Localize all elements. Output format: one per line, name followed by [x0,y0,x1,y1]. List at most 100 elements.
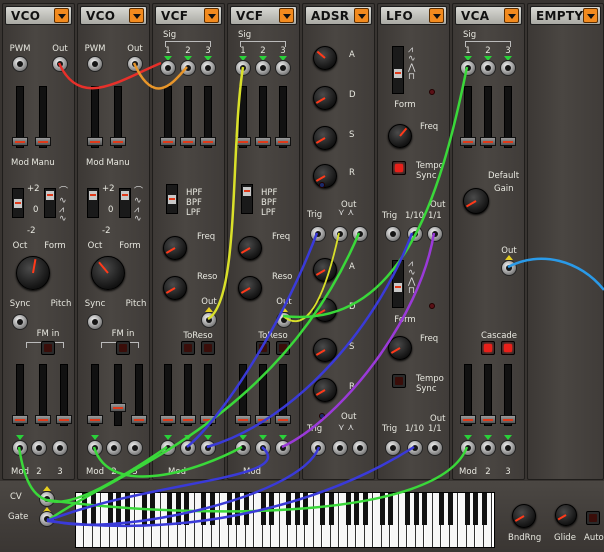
mod-jack-2[interactable] [180,440,196,456]
black-key[interactable] [82,493,87,525]
module-menu-button[interactable] [354,8,369,23]
black-key[interactable] [294,493,300,525]
release-knob[interactable] [313,164,337,188]
sig-jack-2[interactable] [255,60,271,76]
sig-jack-3[interactable] [500,60,516,76]
black-key[interactable] [209,493,215,525]
cascade-button-2[interactable] [501,341,515,355]
tempo-sync-button[interactable] [392,161,406,175]
black-key[interactable] [345,493,351,525]
sig-jack-1[interactable] [235,60,251,76]
mod-jack-3[interactable] [200,440,216,456]
black-key[interactable] [141,493,147,525]
sig-slider-3[interactable] [275,86,291,148]
black-key[interactable] [481,493,487,525]
black-key[interactable] [439,493,444,525]
attack-knob[interactable] [313,46,337,70]
out-jack-1[interactable] [332,226,348,242]
black-key[interactable] [235,493,240,525]
out-jack[interactable] [501,260,517,276]
pitch-knob[interactable] [91,256,125,290]
attack-knob-2[interactable] [313,258,337,282]
mod-jack-1[interactable] [12,440,28,456]
sync-jack[interactable] [12,314,28,330]
mod-jack-3[interactable] [127,440,143,456]
sig-jack-3[interactable] [200,60,216,76]
black-key[interactable] [226,493,232,525]
fm-slider-2[interactable] [35,364,51,426]
filter-mode-switch[interactable] [166,184,178,214]
reso-knob[interactable] [238,276,262,300]
toreso-button-1[interactable] [181,341,195,355]
mod-jack-2[interactable] [106,440,122,456]
out-jack[interactable] [127,56,143,72]
black-key[interactable] [422,493,427,525]
sig-slider-1[interactable] [160,86,176,148]
octave-switch[interactable] [87,188,99,218]
module-menu-button[interactable] [54,8,69,23]
mod-jack-1[interactable] [87,440,103,456]
black-key[interactable] [269,493,274,525]
black-key[interactable] [405,493,410,525]
decay-knob[interactable] [313,86,337,110]
form-switch-2[interactable] [392,260,404,308]
sync-jack[interactable] [87,314,103,330]
fm-slider-2[interactable] [110,364,126,426]
out-jack[interactable] [276,312,292,328]
piano-keyboard[interactable] [75,492,495,548]
black-key[interactable] [201,493,206,525]
sig-jack-1[interactable] [160,60,176,76]
black-key[interactable] [116,493,121,525]
mod-slider-2[interactable] [480,364,496,426]
black-key[interactable] [320,493,325,525]
trig-jack-2[interactable] [385,440,401,456]
fm-button[interactable] [41,341,55,355]
mod-jack-1[interactable] [160,440,176,456]
black-key[interactable] [303,493,308,525]
black-key[interactable] [354,493,359,525]
trig-jack[interactable] [385,226,401,242]
black-key[interactable] [167,493,172,525]
fm-slider-3[interactable] [131,364,147,426]
mod-slider-1[interactable] [235,364,251,426]
black-key[interactable] [150,493,155,525]
out-110-jack[interactable] [407,226,423,242]
mod-slider[interactable] [87,86,103,148]
pwm-jack[interactable] [12,56,28,72]
cv-jack[interactable] [39,491,55,507]
black-key[interactable] [379,493,385,525]
module-menu-button[interactable] [129,8,144,23]
mod-jack-1[interactable] [235,440,251,456]
sig-jack-2[interactable] [480,60,496,76]
out-jack[interactable] [52,56,68,72]
freq-knob[interactable] [388,124,412,148]
fm-slider-3[interactable] [56,364,72,426]
sig-jack-2[interactable] [180,60,196,76]
mod-slider-1[interactable] [460,364,476,426]
mod-slider-2[interactable] [180,364,196,426]
form-switch[interactable] [119,188,131,218]
mod-jack-3[interactable] [275,440,291,456]
toreso-button-1[interactable] [256,341,270,355]
sig-slider-3[interactable] [200,86,216,148]
black-key[interactable] [175,493,181,525]
sig-slider-3[interactable] [500,86,516,148]
black-key[interactable] [286,493,291,525]
mod-jack-2[interactable] [480,440,496,456]
black-key[interactable] [184,493,189,525]
gate-jack[interactable] [39,511,55,527]
filter-mode-switch[interactable] [241,184,253,214]
mod-jack-2[interactable] [255,440,271,456]
fm-button[interactable] [116,341,130,355]
fm-slider-1[interactable] [12,364,28,426]
black-key[interactable] [473,493,478,525]
pitch-knob[interactable] [16,256,50,290]
tempo-sync-button-2[interactable] [392,374,406,388]
sig-slider-1[interactable] [235,86,251,148]
out-11-jack-2[interactable] [427,440,443,456]
module-menu-button[interactable] [204,8,219,23]
manu-slider[interactable] [35,86,51,148]
auto-glide-button[interactable] [586,511,600,525]
module-menu-button[interactable] [279,8,294,23]
toreso-button-2[interactable] [276,341,290,355]
